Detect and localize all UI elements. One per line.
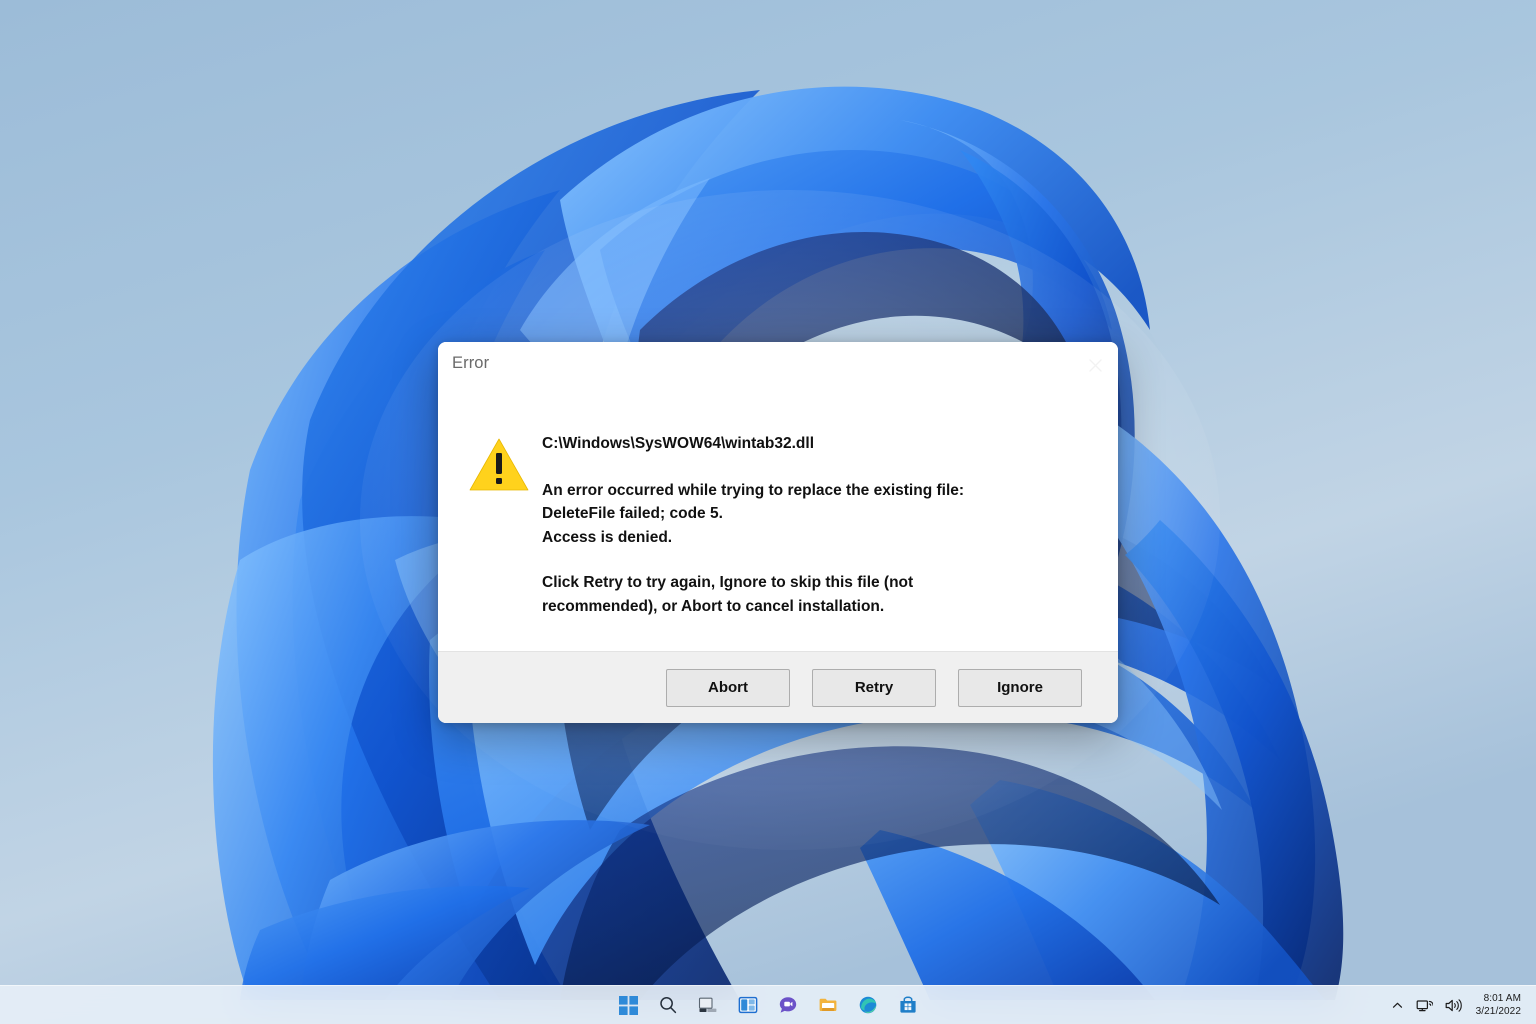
microsoft-store-icon [900,996,916,1013]
widgets-icon [738,996,758,1014]
file-explorer-icon [819,998,837,1011]
error-line-3: Access is denied. [542,528,673,546]
file-explorer-button[interactable] [813,990,843,1020]
error-instruction-paragraph: Click Retry to try again, Ignore to skip… [542,571,1092,618]
system-tray: 8:01 AM 3/21/2022 [1386,986,1530,1024]
desktop: Error C:\Windows\SysWOW64\wintab32.dll A… [0,0,1536,1024]
clock-widget[interactable]: 8:01 AM 3/21/2022 [1469,988,1530,1022]
edge-icon [859,996,877,1014]
error-line-2: DeleteFile failed; code 5. [542,505,723,522]
dialog-title: Error [452,354,490,372]
warning-icon-container [438,432,542,651]
error-line-1: An error occurred while trying to replac… [542,481,965,499]
search-icon [660,997,677,1014]
ignore-button[interactable]: Ignore [958,668,1082,707]
volume-button[interactable] [1440,990,1467,1020]
error-description-paragraph: An error occurred while trying to replac… [542,479,1092,550]
clock-time: 8:01 AM [1483,993,1521,1004]
file-path-text: C:\Windows\SysWOW64\wintab32.dll [542,435,814,452]
clock-date: 3/21/2022 [1475,1006,1521,1017]
dialog-button-bar: Abort Retry Ignore [438,651,1118,723]
chevron-up-icon [1392,1002,1402,1008]
taskbar-center-group [613,986,923,1024]
task-view-button[interactable] [693,990,723,1020]
close-button[interactable] [1072,350,1118,380]
chat-button[interactable] [773,990,803,1020]
start-button[interactable] [613,990,643,1020]
edge-button[interactable] [853,990,883,1020]
search-button[interactable] [653,990,683,1020]
volume-icon [1445,998,1462,1012]
chat-icon [779,997,797,1013]
store-button[interactable] [893,990,923,1020]
retry-button[interactable]: Retry [812,668,936,707]
tray-expand-button[interactable] [1386,990,1409,1020]
instruction-line-2: recommended), or Abort to cancel install… [542,597,885,615]
network-icon [1416,999,1433,1011]
windows-logo-icon [618,995,638,1015]
warning-triangle-icon [469,438,529,491]
dialog-body: C:\Windows\SysWOW64\wintab32.dll An erro… [438,386,1118,651]
widgets-button[interactable] [733,990,763,1020]
close-icon [1088,358,1102,372]
instruction-line-1: Click Retry to try again, Ignore to skip… [542,574,914,591]
dialog-titlebar[interactable]: Error [438,342,1118,386]
dialog-message: C:\Windows\SysWOW64\wintab32.dll An erro… [542,432,1118,651]
taskbar: 8:01 AM 3/21/2022 [0,985,1536,1024]
network-button[interactable] [1411,990,1438,1020]
task-view-icon [698,997,717,1012]
abort-button[interactable]: Abort [666,668,790,707]
error-dialog: Error C:\Windows\SysWOW64\wintab32.dll A… [438,342,1118,723]
